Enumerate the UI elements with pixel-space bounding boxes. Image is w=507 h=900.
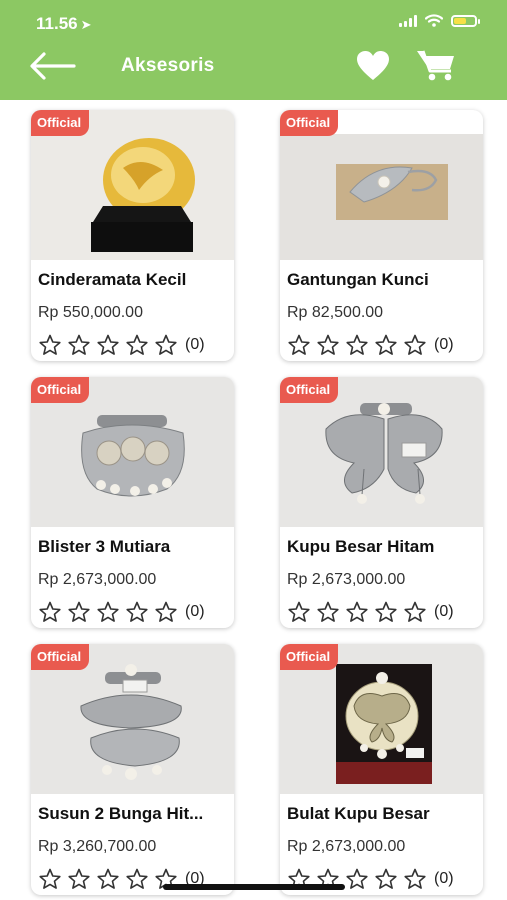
product-price: Rp 2,673,000.00 — [287, 838, 406, 855]
product-name: Blister 3 Mutiara — [38, 537, 171, 556]
rating-count: (0) — [434, 336, 454, 353]
star-outline-icon — [375, 868, 397, 889]
official-badge: Official — [280, 644, 339, 670]
location-arrow-icon: ➤ — [80, 17, 92, 32]
official-badge: Official — [31, 644, 90, 670]
wishlist-button[interactable] — [356, 50, 390, 82]
wifi-icon — [425, 14, 443, 27]
heart-icon — [357, 51, 389, 80]
product-price: Rp 2,673,000.00 — [38, 571, 157, 588]
star-outline-icon — [155, 334, 177, 355]
star-outline-icon — [317, 334, 339, 355]
product-name: Susun 2 Bunga Hit... — [38, 804, 204, 823]
star-outline-icon — [68, 868, 90, 889]
star-outline-icon — [375, 334, 397, 355]
app-header: 11.56 ➤ Aksesoris — [0, 0, 507, 100]
product-card[interactable]: Official Kupu Besar Hitam Rp 2,673,000.0… — [280, 377, 483, 628]
star-outline-icon — [404, 334, 426, 355]
star-outline-icon — [346, 868, 368, 889]
status-icons — [399, 14, 480, 27]
back-button[interactable] — [28, 50, 76, 82]
rating-count: (0) — [185, 336, 205, 353]
product-price: Rp 2,673,000.00 — [287, 571, 406, 588]
product-name: Bulat Kupu Besar — [287, 804, 430, 823]
home-indicator[interactable] — [163, 884, 345, 890]
status-time-text: 11.56 — [36, 14, 78, 33]
product-card[interactable]: Official Gantungan Kunci Rp 82,500.00 (0… — [280, 110, 483, 361]
star-outline-icon — [346, 334, 368, 355]
star-outline-icon — [375, 601, 397, 622]
signal-icon — [399, 14, 417, 27]
star-outline-icon — [97, 334, 119, 355]
product-card[interactable]: Official Cinderamata Kecil Rp 550,000.00… — [31, 110, 234, 361]
rating-count: (0) — [434, 870, 454, 887]
star-outline-icon — [97, 601, 119, 622]
product-card[interactable]: Official Susun 2 Bunga Hit... Rp 3,260,7… — [31, 644, 234, 895]
star-outline-icon — [126, 868, 148, 889]
official-badge: Official — [31, 110, 90, 136]
star-outline-icon — [39, 868, 61, 889]
product-name: Gantungan Kunci — [287, 270, 429, 289]
star-outline-icon — [288, 601, 310, 622]
back-arrow-icon — [30, 52, 76, 80]
page-title: Aksesoris — [121, 55, 215, 76]
rating-count: (0) — [185, 603, 205, 620]
product-card[interactable]: Official Blister 3 Mutiara Rp 2,673,000.… — [31, 377, 234, 628]
official-badge: Official — [280, 377, 339, 403]
star-outline-icon — [68, 334, 90, 355]
product-rating: (0) — [287, 600, 454, 624]
star-outline-icon — [39, 334, 61, 355]
star-outline-icon — [346, 601, 368, 622]
product-rating: (0) — [287, 333, 454, 357]
product-price: Rp 3,260,700.00 — [38, 838, 157, 855]
star-outline-icon — [317, 601, 339, 622]
product-price: Rp 550,000.00 — [38, 304, 143, 321]
official-badge: Official — [31, 377, 90, 403]
star-outline-icon — [97, 868, 119, 889]
star-outline-icon — [404, 868, 426, 889]
product-price: Rp 82,500.00 — [287, 304, 384, 321]
official-badge: Official — [280, 110, 339, 136]
product-name: Cinderamata Kecil — [38, 270, 187, 289]
star-outline-icon — [126, 334, 148, 355]
star-outline-icon — [155, 601, 177, 622]
star-outline-icon — [39, 601, 61, 622]
cart-button[interactable] — [416, 48, 456, 82]
product-rating: (0) — [38, 333, 205, 357]
star-outline-icon — [288, 334, 310, 355]
product-rating: (0) — [38, 600, 205, 624]
rating-count: (0) — [434, 603, 454, 620]
cart-icon — [417, 50, 454, 81]
battery-icon — [451, 14, 480, 27]
star-outline-icon — [68, 601, 90, 622]
status-time: 11.56 ➤ — [36, 14, 92, 34]
product-grid: Official Cinderamata Kecil Rp 550,000.00… — [31, 110, 483, 895]
product-name: Kupu Besar Hitam — [287, 537, 435, 556]
product-card[interactable]: Official Bulat Kupu Besar Rp 2,673,000.0… — [280, 644, 483, 895]
star-outline-icon — [126, 601, 148, 622]
star-outline-icon — [404, 601, 426, 622]
